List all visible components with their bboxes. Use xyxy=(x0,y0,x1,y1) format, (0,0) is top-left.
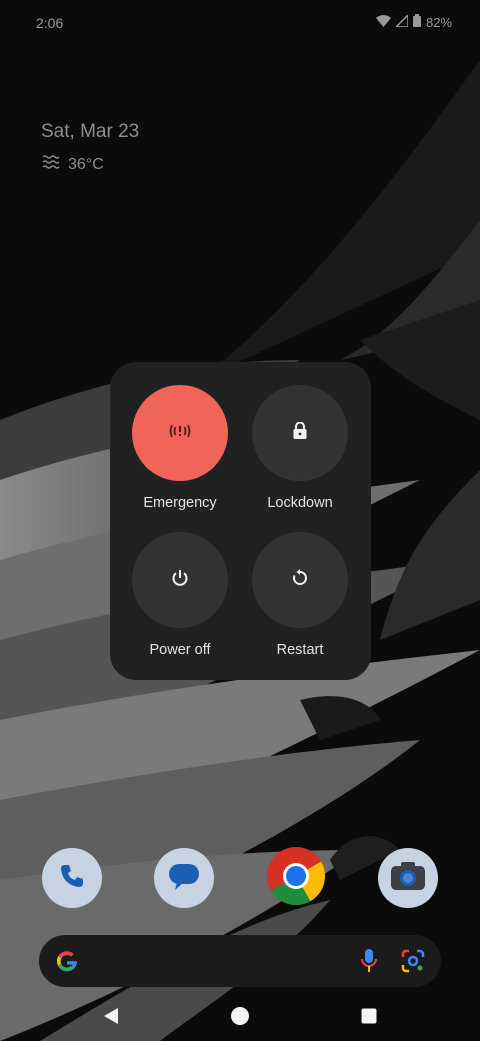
messages-app[interactable] xyxy=(154,848,214,908)
power-off-button[interactable] xyxy=(132,532,228,628)
navigation-bar xyxy=(0,995,480,1041)
haze-icon xyxy=(42,155,60,174)
wifi-icon xyxy=(375,14,391,30)
power-off-option[interactable]: Power off xyxy=(120,532,240,658)
restart-option[interactable]: Restart xyxy=(240,532,360,658)
lens-icon[interactable] xyxy=(401,949,425,978)
home-button[interactable] xyxy=(225,1003,255,1033)
weather[interactable]: 36°C xyxy=(42,155,104,174)
phone-icon xyxy=(57,861,87,896)
chrome-app[interactable] xyxy=(266,846,326,911)
date-text[interactable]: Sat, Mar 23 xyxy=(41,121,139,143)
battery-icon xyxy=(412,14,421,30)
temperature-text: 36°C xyxy=(68,155,104,173)
back-button[interactable] xyxy=(96,1003,126,1033)
chrome-icon xyxy=(266,846,326,911)
messages-icon xyxy=(167,860,201,897)
status-bar: 2:06 82% xyxy=(0,0,480,46)
back-icon xyxy=(103,1007,119,1030)
emergency-button[interactable] xyxy=(132,385,228,481)
signal-icon xyxy=(394,12,409,30)
home-icon xyxy=(230,1006,250,1031)
dock xyxy=(0,846,480,911)
power-menu: Emergency Lockdown Power off Restart xyxy=(110,362,371,680)
lockdown-option[interactable]: Lockdown xyxy=(240,385,360,511)
restart-label: Restart xyxy=(276,642,324,658)
status-time: 2:06 xyxy=(36,15,64,31)
status-icons: 82% xyxy=(375,12,452,30)
power-icon xyxy=(171,569,189,592)
emergency-option[interactable]: Emergency xyxy=(120,385,240,511)
lockdown-button[interactable] xyxy=(252,385,348,481)
recents-icon xyxy=(361,1008,377,1029)
lockdown-label: Lockdown xyxy=(267,495,333,511)
restart-button[interactable] xyxy=(252,532,348,628)
google-search-bar[interactable] xyxy=(39,935,441,987)
emergency-label: Emergency xyxy=(143,495,217,511)
battery-percent: 82% xyxy=(425,14,452,30)
recents-button[interactable] xyxy=(354,1003,384,1033)
power-off-label: Power off xyxy=(149,642,211,658)
camera-icon xyxy=(389,860,427,897)
lock-icon xyxy=(293,421,307,444)
phone-app[interactable] xyxy=(42,848,102,908)
microphone-icon[interactable] xyxy=(361,948,377,979)
emergency-icon xyxy=(169,423,191,444)
restart-icon xyxy=(291,568,309,592)
camera-app[interactable] xyxy=(378,848,438,908)
google-g-icon[interactable] xyxy=(55,949,79,978)
